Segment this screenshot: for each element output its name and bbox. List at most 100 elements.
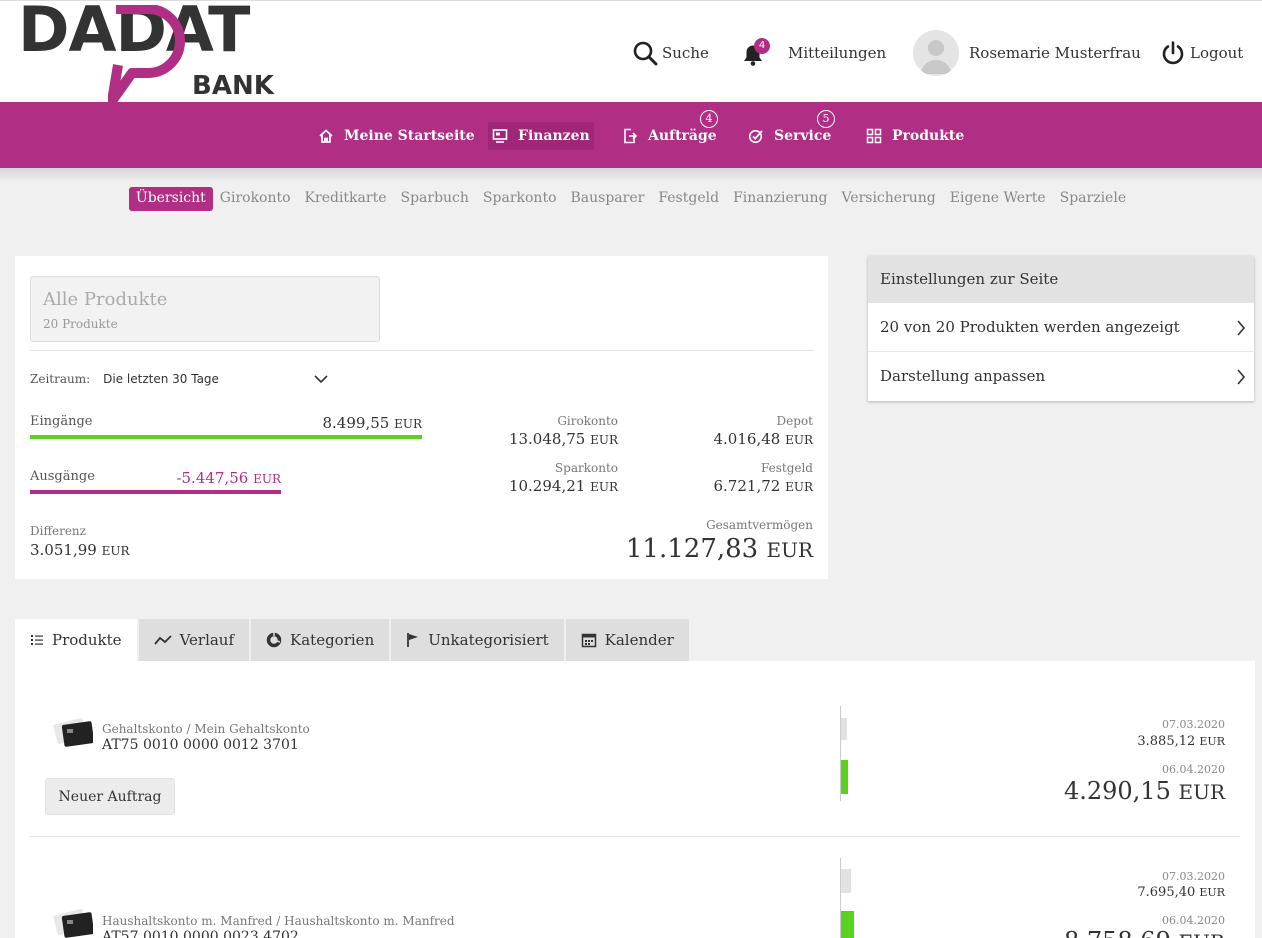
- subnav-sparziele[interactable]: Sparziele: [1053, 187, 1134, 211]
- settings-panel: Einstellungen zur Seite 20 von 20 Produk…: [868, 256, 1254, 401]
- ausgaenge-value: -5.447,56 EUR: [176, 469, 281, 487]
- subnav-versicherung[interactable]: Versicherung: [834, 187, 942, 211]
- grid-icon: [866, 128, 882, 144]
- zeitraum-selector[interactable]: Zeitraum: Die letzten 30 Tage: [30, 372, 329, 386]
- eingaenge-bar: [30, 435, 422, 439]
- subnav-kreditkarte[interactable]: Kreditkarte: [298, 187, 394, 211]
- user-name: Rosemarie Musterfrau: [969, 44, 1141, 62]
- tab-produkte[interactable]: Produkte: [15, 619, 137, 661]
- nav-label: Aufträge: [648, 128, 717, 144]
- chevron-right-icon: [1237, 369, 1246, 385]
- list-item: Gehaltskonto / Mein Gehaltskonto AT75 00…: [15, 661, 1255, 815]
- flag-icon: [407, 633, 419, 647]
- product-name: Gehaltskonto / Mein Gehaltskonto: [102, 722, 310, 736]
- eingaenge-value: 8.499,55 EUR: [322, 414, 423, 432]
- avatar: [913, 30, 959, 76]
- account-girokonto: Girokonto 13.048,75 EUR: [508, 414, 618, 448]
- product-name: Haushaltskonto m. Manfred / Haushaltskon…: [102, 914, 455, 928]
- view-tabs: Produkte Verlauf Kategorien Unkategorisi…: [15, 619, 691, 661]
- value-previous: 3.885,12 EUR: [1137, 734, 1225, 749]
- summary-panel: Alle Produkte 20 Produkte Zeitraum: Die …: [15, 256, 828, 579]
- date-current: 06.04.2020: [1162, 914, 1225, 927]
- balance-bar-current: [841, 911, 854, 938]
- account-sparkonto: Sparkonto 10.294,21 EUR: [508, 461, 618, 495]
- tab-unkategorisiert[interactable]: Unkategorisiert: [391, 619, 564, 661]
- dadat-bank-logo[interactable]: DADAT BANK: [18, 0, 298, 105]
- nav-label: Produkte: [892, 128, 965, 144]
- date-current: 06.04.2020: [1162, 763, 1225, 776]
- chevron-down-icon: [314, 375, 328, 384]
- list-item: Haushaltskonto m. Manfred / Haushaltskon…: [15, 813, 1255, 938]
- eingaenge-label: Eingänge: [30, 414, 93, 429]
- differenz-label: Differenz: [30, 524, 86, 538]
- total-label: Gesamtvermögen: [706, 518, 813, 532]
- gesamtvermoegen: Gesamtvermögen 11.127,83 EUR: [626, 518, 813, 564]
- account-festgeld: Festgeld 6.721,72 EUR: [713, 461, 814, 495]
- home-icon: [319, 129, 333, 143]
- check-icon: [748, 129, 763, 144]
- differenz-value: 3.051,99 EUR: [30, 541, 130, 559]
- balance-bar-previous: [841, 718, 847, 740]
- account-depot: Depot 4.016,48 EUR: [713, 414, 814, 448]
- subnav-girokonto[interactable]: Girokonto: [213, 187, 298, 211]
- tab-kategorien[interactable]: Kategorien: [251, 619, 390, 661]
- subnav-festgeld[interactable]: Festgeld: [651, 187, 726, 211]
- donut-icon: [266, 632, 282, 648]
- settings-item-products-shown[interactable]: 20 von 20 Produkten werden angezeigt: [868, 303, 1254, 352]
- notifications-button[interactable]: 4 Mitteilungen: [738, 31, 886, 75]
- notifications-label: Mitteilungen: [788, 44, 887, 62]
- logout-button[interactable]: Logout: [1160, 31, 1243, 75]
- ausgaenge-bar: [30, 490, 281, 494]
- tab-verlauf[interactable]: Verlauf: [138, 619, 250, 661]
- settings-title: Einstellungen zur Seite: [868, 256, 1254, 303]
- orders-icon: [624, 128, 638, 144]
- nav-badge: 4: [700, 110, 718, 128]
- notifications-badge: 4: [754, 38, 770, 54]
- nav-service[interactable]: Service 5: [744, 110, 835, 150]
- subnav-sparbuch[interactable]: Sparbuch: [393, 187, 475, 211]
- product-iban: AT75 0010 0000 0012 3701: [102, 737, 299, 753]
- nav-finanzen[interactable]: Finanzen: [488, 122, 594, 150]
- date-previous: 07.03.2020: [1162, 870, 1225, 883]
- differenz: Differenz 3.051,99 EUR: [30, 524, 130, 559]
- all-products-selector[interactable]: Alle Produkte 20 Produkte: [30, 276, 380, 342]
- subnav-finanzierung[interactable]: Finanzierung: [726, 187, 834, 211]
- subnav-sparkonto[interactable]: Sparkonto: [476, 187, 564, 211]
- trend-icon: [153, 635, 172, 645]
- nav-label: Service: [774, 128, 832, 144]
- ausgaenge-row: Ausgänge -5.447,56 EUR: [30, 469, 422, 494]
- search-label: Suche: [662, 44, 709, 62]
- ausgaenge-label: Ausgänge: [30, 469, 95, 484]
- subnav-uebersicht[interactable]: Übersicht: [128, 187, 213, 211]
- value-previous: 7.695,40 EUR: [1137, 885, 1225, 900]
- cards-icon: [53, 909, 93, 938]
- all-products-count: 20 Produkte: [43, 317, 118, 331]
- zeitraum-value: Die letzten 30 Tage: [103, 372, 219, 386]
- subnav-bausparer[interactable]: Bausparer: [564, 187, 652, 211]
- logo-speech-bubble-icon: [108, 5, 185, 105]
- nav-badge: 5: [817, 110, 835, 128]
- power-icon: [1162, 41, 1184, 65]
- value-current: 8.758,69 EUR: [1064, 927, 1225, 938]
- settings-item-darstellung[interactable]: Darstellung anpassen: [868, 352, 1254, 401]
- subnav-eigene-werte[interactable]: Eigene Werte: [943, 187, 1053, 211]
- nav-auftraege[interactable]: Aufträge 4: [618, 110, 721, 150]
- list-icon: [31, 635, 43, 645]
- calendar-icon: [581, 633, 596, 648]
- nav-label: Finanzen: [518, 128, 590, 144]
- nav-produkte[interactable]: Produkte: [862, 122, 968, 150]
- search-button[interactable]: Suche: [632, 31, 709, 75]
- product-iban: AT57 0010 0000 0023 4702: [102, 929, 299, 938]
- user-avatar-icon: [921, 40, 951, 74]
- finance-icon: [492, 129, 508, 143]
- product-list: Gehaltskonto / Mein Gehaltskonto AT75 00…: [15, 661, 1255, 938]
- balance-bar-current: [841, 760, 848, 794]
- header: DADAT BANK Suche 4 Mitteilungen Rosemari…: [0, 0, 1262, 105]
- tab-kalender[interactable]: Kalender: [565, 619, 689, 661]
- nav-label: Meine Startseite: [344, 128, 475, 144]
- nav-meine-startseite[interactable]: Meine Startseite: [314, 122, 479, 150]
- value-current: 4.290,15 EUR: [1063, 777, 1225, 805]
- new-order-button[interactable]: Neuer Auftrag: [45, 778, 175, 815]
- user-profile[interactable]: Rosemarie Musterfrau: [913, 30, 1141, 76]
- date-previous: 07.03.2020: [1162, 718, 1225, 731]
